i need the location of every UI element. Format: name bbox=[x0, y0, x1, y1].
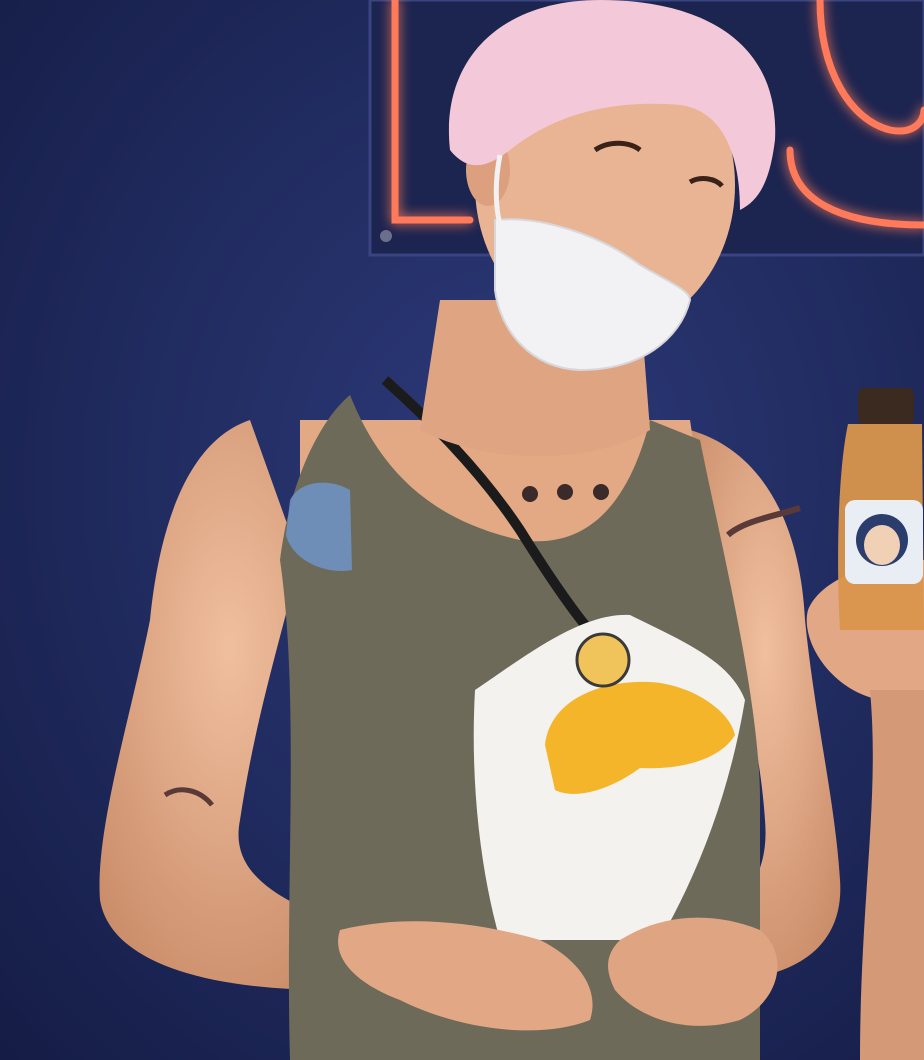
panel-screw bbox=[380, 230, 392, 242]
photo-scene bbox=[0, 0, 924, 1060]
crepe-sticker bbox=[575, 632, 631, 688]
juice-bottle bbox=[838, 388, 924, 630]
